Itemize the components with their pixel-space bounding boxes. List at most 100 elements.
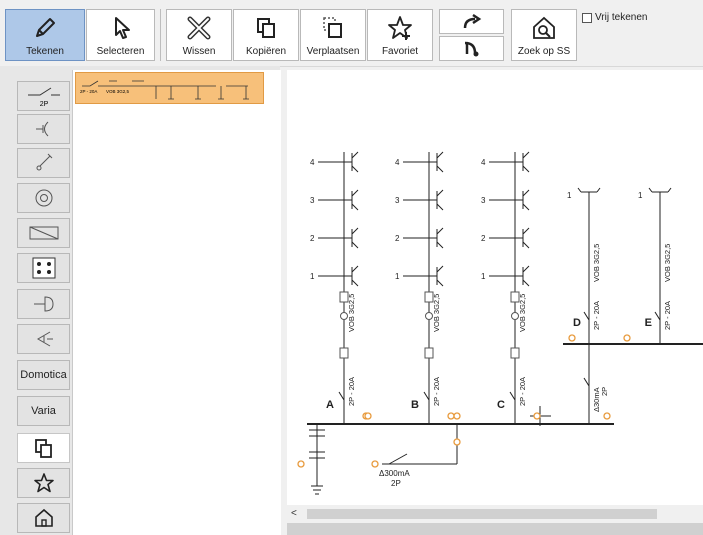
- horizontal-scrollbar[interactable]: <: [287, 505, 703, 523]
- clear-button[interactable]: Wissen: [166, 9, 232, 61]
- circuit-breaker-label: 2P - 20A: [663, 301, 672, 330]
- connection-node: [297, 460, 305, 468]
- sidebar-tab-search-ss[interactable]: [17, 503, 70, 533]
- outlet-tail: [648, 187, 653, 193]
- outlet-tail: [522, 227, 530, 235]
- sidebar-item-device[interactable]: [17, 253, 70, 283]
- junction-box: [424, 347, 434, 359]
- star-icon: [33, 473, 54, 493]
- connection-node: [623, 334, 631, 342]
- sidebar-tab-domotica[interactable]: Domotica: [17, 360, 70, 390]
- outlet-tail: [436, 165, 444, 173]
- copies-panel: [72, 70, 281, 535]
- sidebar-item-plug[interactable]: [17, 289, 70, 319]
- outlet-tail: [522, 189, 530, 197]
- outlet-tail: [522, 203, 530, 211]
- outlet-tail: [351, 241, 359, 249]
- connection-node: [364, 412, 372, 420]
- select-button[interactable]: Selecteren: [86, 9, 155, 61]
- outlet-tail: [436, 203, 444, 211]
- copied-schematic-thumbnail[interactable]: 2P - 20A VOB 3G2,5: [75, 72, 264, 104]
- junction-box: [339, 347, 349, 359]
- connection-node: [453, 438, 461, 446]
- socket-icon: [35, 121, 48, 137]
- sidebar-item-speaker[interactable]: [17, 324, 70, 354]
- thumbnail-schematic: 2P - 20A VOB 3G2,5: [80, 80, 249, 100]
- lamp-icon: [35, 189, 52, 207]
- circuit-level-label: 2: [395, 234, 400, 243]
- sidebar-tab-favorites[interactable]: [17, 468, 70, 498]
- circuit-id-label: E: [645, 317, 652, 329]
- connection-node: [568, 334, 576, 342]
- sidebar-item-lamp[interactable]: [17, 183, 70, 213]
- circuit-level-label: 3: [395, 196, 400, 205]
- outlet-tail: [522, 279, 530, 287]
- checkbox-box[interactable]: [582, 12, 592, 23]
- toolbar: Tekenen Selecteren Wissen Kopiëren Verpl…: [0, 0, 703, 67]
- scrollbar-thumb[interactable]: [307, 509, 657, 519]
- outlet-tail: [351, 165, 359, 173]
- outlet-tail: [351, 203, 359, 211]
- sidebar-item-switch[interactable]: 2P: [17, 81, 70, 111]
- switch-icon: 2P: [27, 87, 60, 108]
- outlet-tail: [667, 187, 672, 193]
- sidebar-tab-varia[interactable]: Varia: [17, 396, 70, 426]
- outlet-tail: [522, 265, 530, 273]
- circuit-cable-label: VOB 3G2,5: [592, 244, 601, 282]
- draw-button[interactable]: Tekenen: [5, 9, 85, 61]
- move-button[interactable]: Verplaatsen: [300, 9, 366, 61]
- sidebar-tab-copies[interactable]: [17, 433, 70, 463]
- thumbnail-cable-label: VOB 3G2,5: [106, 89, 130, 94]
- drawing-canvas[interactable]: 4 3 2 1 VOB 3G2,5 2P - 20A A 4 3 2 1 VOB 3G2,5 2P - …: [287, 70, 703, 524]
- circuit-breaker-label: 2P - 20A: [347, 377, 356, 406]
- breaker-switch: [583, 311, 590, 321]
- undo-button[interactable]: [439, 36, 504, 61]
- connection-node: [603, 412, 611, 420]
- house-icon: [34, 508, 53, 527]
- circuit-breaker-label: 2P - 20A: [518, 377, 527, 406]
- circuit-id-label: B: [411, 399, 419, 411]
- outlet-tail: [436, 189, 444, 197]
- breaker-switch: [654, 311, 661, 321]
- redo-button[interactable]: [439, 9, 504, 34]
- breaker-switch: [338, 391, 345, 401]
- circuit-cable-label: VOB 3G2,5: [663, 244, 672, 282]
- main-differential-poles-label: 2P: [391, 479, 401, 488]
- circuit-cable-label: VOB 3G2,5: [518, 294, 527, 332]
- circuit-level-label: 1: [481, 272, 486, 281]
- circuit-level-label: 4: [395, 158, 400, 167]
- sidebar-item-fluorescent[interactable]: [17, 218, 70, 248]
- outlet-tail: [436, 227, 444, 235]
- circuit-id-label: D: [573, 317, 581, 329]
- sidebar-item-switch-single[interactable]: [17, 148, 70, 178]
- copy-icon: [34, 439, 52, 458]
- circuit-level-label: 2: [310, 234, 315, 243]
- toolbar-separator: [160, 9, 161, 61]
- differential-switch: [388, 453, 408, 465]
- pencil-icon: [36, 18, 55, 37]
- main-differential-label: Δ300mA: [379, 469, 410, 478]
- circuit-level-label: 3: [481, 196, 486, 205]
- outlet-tail: [596, 187, 601, 193]
- light-switch-icon: [36, 153, 52, 171]
- copy-button[interactable]: Kopiëren: [233, 9, 299, 61]
- outlet-tail: [436, 241, 444, 249]
- circuit-cable-label: VOB 3G2,5: [347, 294, 356, 332]
- copy-icon: [257, 18, 275, 38]
- favorite-button[interactable]: Favoriet: [367, 9, 433, 61]
- fluorescent-icon: [29, 226, 58, 240]
- scroll-left-icon[interactable]: <: [291, 505, 297, 523]
- search-ss-button[interactable]: Zoek op SS: [511, 9, 577, 61]
- free-draw-checkbox[interactable]: Vrij tekenen: [582, 12, 647, 23]
- circuit-breaker-label: 2P - 20A: [432, 377, 441, 406]
- schematic-drawing: 4 3 2 1 VOB 3G2,5 2P - 20A A 4 3 2 1 VOB 3G2,5 2P - …: [297, 151, 703, 495]
- outlet-tail: [351, 279, 359, 287]
- plug-icon: [33, 296, 54, 312]
- circuit-level-label: 3: [310, 196, 315, 205]
- connection-node: [371, 460, 379, 468]
- outlet-tail: [577, 187, 582, 193]
- sidebar-item-socket[interactable]: [17, 114, 70, 144]
- circuit-level-label: 1: [638, 191, 643, 200]
- circuit-level-label: 4: [481, 158, 486, 167]
- differential-switch: [583, 377, 590, 387]
